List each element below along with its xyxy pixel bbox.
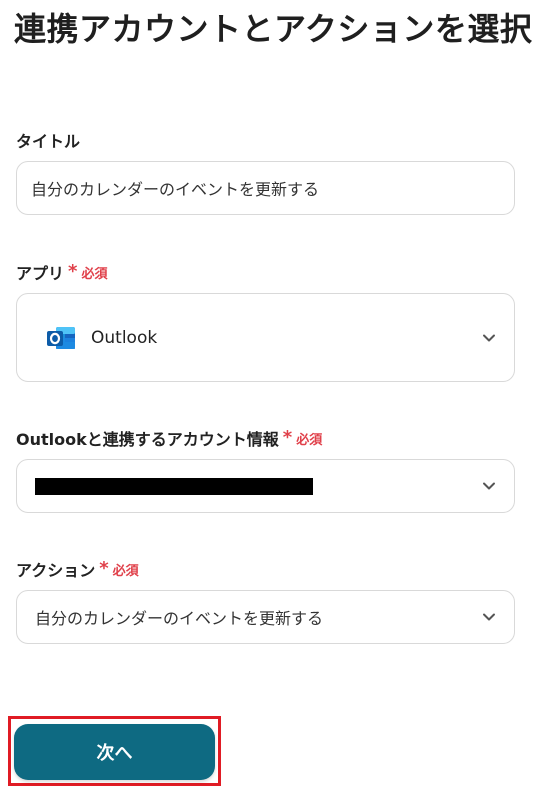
required-badge: * 必須 (283, 429, 322, 448)
action-field-label: アクション * 必須 (16, 557, 139, 581)
app-select-value: Outlook (91, 327, 158, 348)
title-input-value: 自分のカレンダーのイベントを更新する (31, 180, 320, 199)
action-label-text: アクション (16, 561, 96, 580)
required-asterisk-icon: * (282, 427, 293, 448)
title-field-label: タイトル (16, 128, 80, 152)
required-badge: * 必須 (68, 263, 107, 282)
redacted-account-value (35, 477, 313, 495)
required-asterisk-icon: * (68, 261, 78, 282)
action-select[interactable]: 自分のカレンダーのイベントを更新する (16, 590, 515, 644)
required-asterisk-icon: * (99, 558, 109, 579)
account-label-text: Outlookと連携するアカウント情報 (16, 430, 279, 449)
next-button-label: 次へ (96, 743, 133, 764)
app-select[interactable]: Outlook (16, 293, 515, 382)
app-label-text: アプリ (16, 264, 65, 283)
chevron-down-icon (483, 334, 495, 341)
next-button[interactable]: 次へ (14, 724, 215, 780)
action-select-value: 自分のカレンダーのイベントを更新する (35, 609, 324, 628)
required-badge: * 必須 (99, 560, 138, 579)
required-text: 必須 (81, 266, 108, 282)
title-label-text: タイトル (16, 132, 81, 151)
required-text: 必須 (296, 432, 323, 448)
page-title: 連携アカウントとアクションを選択 (14, 10, 533, 48)
account-field-label: Outlookと連携するアカウント情報 * 必須 (16, 426, 322, 450)
chevron-down-icon (483, 613, 495, 621)
outlook-icon (47, 326, 75, 349)
app-field-label: アプリ * 必須 (16, 260, 107, 284)
chevron-down-icon (483, 482, 495, 490)
required-text: 必須 (112, 563, 139, 579)
title-input[interactable]: 自分のカレンダーのイベントを更新する (16, 161, 515, 215)
account-select[interactable] (16, 459, 515, 513)
